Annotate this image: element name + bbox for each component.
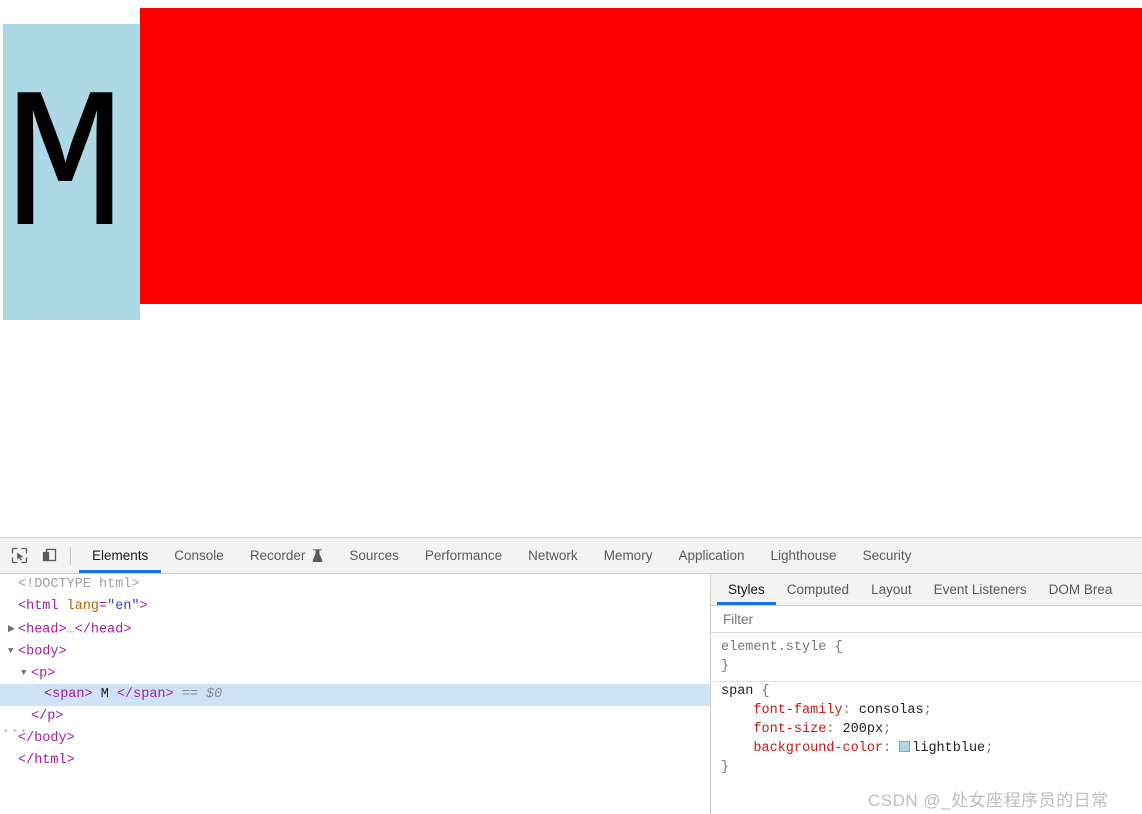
styles-filter-placeholder: Filter xyxy=(723,611,753,627)
devtools-tab-network[interactable]: Network xyxy=(515,538,591,573)
csdn-watermark: CSDN @_处女座程序员的日常 xyxy=(868,791,1109,810)
styles-tab-dom-brea[interactable]: DOM Brea xyxy=(1038,574,1124,605)
devtools-tab-label: Recorder xyxy=(249,548,306,563)
styles-tab-label: Styles xyxy=(728,582,765,597)
styles-filter-input[interactable]: Filter xyxy=(711,606,1142,633)
devtools-panel: Elements Console Recorder Sources Performanc… xyxy=(0,537,1142,814)
chevron-down-icon[interactable] xyxy=(21,662,31,684)
styles-tab-layout[interactable]: Layout xyxy=(860,574,923,605)
dom-tree-lines: <!DOCTYPE html> <html lang="en"> <head>…</… xyxy=(0,574,710,772)
devtools-tab-performance[interactable]: Performance xyxy=(412,538,515,573)
css-rule-selector[interactable]: element.style { xyxy=(711,638,1142,657)
dom-node-markup: <!DOCTYPE html> xyxy=(18,577,140,592)
devtools-tab-label: Performance xyxy=(424,548,503,563)
css-rule-close: } xyxy=(721,659,730,674)
dom-node-markup: <span> M </span> == $0 xyxy=(44,687,223,702)
devtools-tab-security[interactable]: Security xyxy=(850,538,925,573)
chevron-down-icon[interactable] xyxy=(8,640,18,662)
devtools-tab-console[interactable]: Console xyxy=(161,538,237,573)
css-declaration[interactable]: font-size: 200px; xyxy=(711,720,1142,739)
styles-tab-computed[interactable]: Computed xyxy=(776,574,860,605)
devtools-tab-label: Sources xyxy=(349,548,399,563)
css-rule-close: } xyxy=(721,760,730,775)
devtools-tab-application[interactable]: Application xyxy=(665,538,757,573)
devtools-tab-sources[interactable]: Sources xyxy=(336,538,412,573)
dom-tree-panel[interactable]: ··· <!DOCTYPE html><html lang="en"><head… xyxy=(0,574,710,814)
styles-tab-event-listeners[interactable]: Event Listeners xyxy=(923,574,1038,605)
devtools-tabbar: Elements Console Recorder Sources Performanc… xyxy=(0,538,1142,574)
styles-tab-label: Computed xyxy=(786,582,850,597)
dom-node-markup: <head>…</head> xyxy=(18,622,132,638)
dom-node-row[interactable]: <!DOCTYPE html> xyxy=(0,574,710,596)
devtools-tab-label: Application xyxy=(678,548,745,563)
styles-tab-label: Event Listeners xyxy=(933,582,1027,597)
dom-node-row[interactable]: </html> xyxy=(0,750,710,772)
flask-icon xyxy=(312,549,323,562)
chevron-right-icon[interactable] xyxy=(8,618,18,640)
css-rule-selector[interactable]: span { xyxy=(711,682,1142,701)
dom-node-markup: </body> xyxy=(18,731,75,746)
devtools-tab-memory[interactable]: Memory xyxy=(591,538,666,573)
dom-node-markup: <html lang="en"> xyxy=(18,599,148,614)
devtools-tab-label: Network xyxy=(528,548,578,563)
inspect-element-icon[interactable] xyxy=(6,543,32,569)
devtools-tab-label: Security xyxy=(862,548,912,563)
page-paragraph: M xyxy=(3,24,140,320)
devtools-tab-recorder[interactable]: Recorder xyxy=(237,538,337,573)
dom-node-markup: <body> xyxy=(18,644,67,660)
css-declaration[interactable]: font-family: consolas; xyxy=(711,701,1142,720)
styles-tab-styles[interactable]: Styles xyxy=(717,574,776,605)
styles-tab-label: DOM Brea xyxy=(1048,582,1113,597)
color-swatch[interactable] xyxy=(899,741,911,752)
devtools-tab-list: Elements Console Recorder Sources Performanc… xyxy=(79,538,924,573)
dom-node-markup: </html> xyxy=(18,753,75,768)
styles-tab-label: Layout xyxy=(871,582,912,597)
dom-node-markup: <p> xyxy=(31,666,56,682)
styles-tabbar: Styles Computed Layout Event Listeners DOM B… xyxy=(711,574,1142,606)
page-red-band xyxy=(140,8,1142,304)
devtools-tab-label: Lighthouse xyxy=(770,548,837,563)
css-declaration[interactable]: background-color: lightblue; xyxy=(711,739,1142,758)
dom-node-row[interactable]: </body> xyxy=(0,728,710,750)
devtools-tab-label: Console xyxy=(174,548,224,563)
screenshot-root: M Elements Console Recorder Sources Performa… xyxy=(0,0,1142,814)
styles-panel: Styles Computed Layout Event Listeners DOM B… xyxy=(711,574,1142,814)
dom-node-markup: </p> xyxy=(31,709,64,724)
devtools-tab-label: Memory xyxy=(603,548,653,563)
toolbar-divider xyxy=(70,546,71,565)
devtools-tab-elements[interactable]: Elements xyxy=(79,538,162,573)
browser-viewport: M xyxy=(0,0,1142,537)
dom-node-row[interactable]: <body> xyxy=(0,640,710,662)
dom-node-row[interactable]: <html lang="en"> xyxy=(0,596,710,618)
devtools-body: ··· <!DOCTYPE html><html lang="en"><head… xyxy=(0,574,1142,814)
devtools-tab-label: Elements xyxy=(92,548,149,563)
dom-node-row[interactable]: </p> xyxy=(0,706,710,728)
devtools-tab-lighthouse[interactable]: Lighthouse xyxy=(758,538,850,573)
dom-node-row[interactable]: <p> xyxy=(0,662,710,684)
page-span-letter: M xyxy=(3,24,140,320)
styles-rule-list: element.style {} span { font-family: cons… xyxy=(711,633,1142,777)
dom-node-row[interactable]: <span> M </span> == $0 xyxy=(0,684,710,706)
dom-node-row[interactable]: <head>…</head> xyxy=(0,618,710,640)
toggle-device-toolbar-icon[interactable] xyxy=(36,543,62,569)
